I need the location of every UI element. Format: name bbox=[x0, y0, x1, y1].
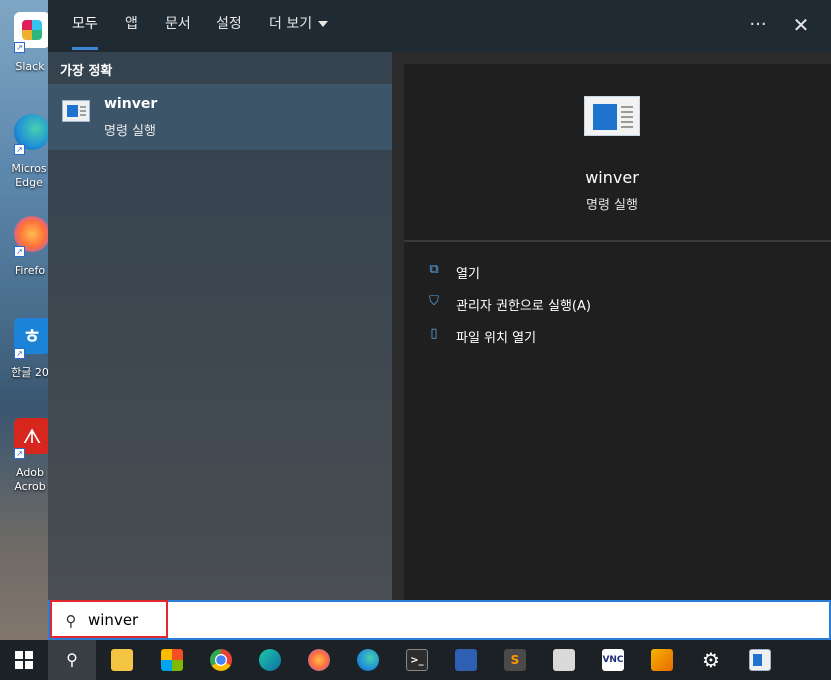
vnc-icon: VNC bbox=[602, 649, 624, 671]
action-run-as-admin[interactable]: ⛉ 관리자 권한으로 실행(A) bbox=[426, 294, 806, 318]
action-open-file-location[interactable]: ▯ 파일 위치 열기 bbox=[426, 326, 806, 350]
chevron-down-icon bbox=[318, 21, 329, 27]
taskbar-store[interactable] bbox=[148, 640, 196, 680]
tab-all[interactable]: 모두 bbox=[60, 0, 110, 52]
network-icon bbox=[455, 649, 477, 671]
taskbar-file-explorer[interactable] bbox=[98, 640, 146, 680]
result-name: winver bbox=[104, 96, 158, 112]
windows-logo-icon bbox=[15, 651, 33, 669]
preview-name: winver bbox=[585, 168, 639, 187]
action-open[interactable]: ⧉ 열기 bbox=[426, 262, 806, 286]
winver-app-icon bbox=[584, 96, 640, 136]
file-location-icon: ▯ bbox=[430, 326, 438, 341]
taskbar-terminal[interactable]: >_ bbox=[393, 640, 441, 680]
shortcut-arrow-icon: ↗ bbox=[14, 448, 25, 459]
taskbar-sublime[interactable]: S bbox=[491, 640, 539, 680]
action-label: 관리자 권한으로 실행(A) bbox=[456, 299, 591, 314]
gear-icon: ⚙ bbox=[702, 648, 720, 672]
action-label: 열기 bbox=[456, 267, 480, 282]
results-pane: 가장 정확 winver 명령 실행 bbox=[48, 52, 392, 600]
tab-label: 설정 bbox=[216, 16, 242, 32]
edge-icon bbox=[357, 649, 379, 671]
cs-app-icon bbox=[651, 649, 673, 671]
search-panel: 모두 앱 문서 설정 더 보기 ··· ✕ 가장 정확 winver 명령 실행… bbox=[48, 0, 831, 640]
preview-type: 명령 실행 bbox=[586, 198, 638, 213]
shortcut-arrow-icon: ↗ bbox=[14, 42, 25, 53]
tab-label: 앱 bbox=[125, 16, 138, 32]
folder-icon bbox=[111, 649, 133, 671]
search-input[interactable] bbox=[88, 606, 688, 634]
winver-app-icon bbox=[62, 100, 90, 122]
close-button[interactable]: ✕ bbox=[786, 10, 816, 40]
start-button[interactable] bbox=[0, 640, 48, 680]
taskbar-settings[interactable]: ⚙ bbox=[687, 640, 735, 680]
search-icon: ⚲ bbox=[66, 650, 78, 669]
taskbar-app-bird[interactable] bbox=[246, 640, 294, 680]
terminal-icon: >_ bbox=[406, 649, 428, 671]
remote-desktop-icon bbox=[553, 649, 575, 671]
tab-label: 문서 bbox=[165, 16, 191, 32]
taskbar: ⚲ >_ S VNC ⚙ bbox=[0, 640, 831, 680]
taskbar-cs-app[interactable] bbox=[638, 640, 686, 680]
shortcut-arrow-icon: ↗ bbox=[14, 144, 25, 155]
store-icon bbox=[161, 649, 183, 671]
tab-label: 모두 bbox=[72, 16, 98, 32]
more-options-button[interactable]: ··· bbox=[746, 10, 770, 40]
taskbar-search-button[interactable]: ⚲ bbox=[48, 640, 96, 680]
preview-pane: winver 명령 실행 ⧉ 열기 ⛉ 관리자 권한으로 실행(A) ▯ 파일 … bbox=[404, 64, 831, 600]
taskbar-edge[interactable] bbox=[344, 640, 392, 680]
divider bbox=[404, 240, 831, 242]
taskbar-winver[interactable] bbox=[736, 640, 784, 680]
open-icon: ⧉ bbox=[429, 262, 439, 277]
chrome-icon bbox=[210, 649, 232, 671]
winver-app-icon bbox=[749, 649, 771, 671]
action-label: 파일 위치 열기 bbox=[456, 331, 537, 346]
firefox-icon bbox=[308, 649, 330, 671]
tab-documents[interactable]: 문서 bbox=[153, 0, 203, 52]
taskbar-remote-app[interactable] bbox=[540, 640, 588, 680]
tab-apps[interactable]: 앱 bbox=[113, 0, 150, 52]
shortcut-arrow-icon: ↗ bbox=[14, 246, 25, 257]
tab-settings[interactable]: 설정 bbox=[204, 0, 254, 52]
taskbar-firefox[interactable] bbox=[295, 640, 343, 680]
tab-label: 더 보기 bbox=[269, 16, 313, 32]
search-box[interactable]: ⚲ bbox=[48, 600, 831, 640]
taskbar-chrome[interactable] bbox=[197, 640, 245, 680]
result-type: 명령 실행 bbox=[104, 124, 156, 139]
taskbar-network-app[interactable] bbox=[442, 640, 490, 680]
bird-app-icon bbox=[259, 649, 281, 671]
sublime-icon: S bbox=[504, 649, 526, 671]
shortcut-arrow-icon: ↗ bbox=[14, 348, 25, 359]
search-icon: ⚲ bbox=[65, 612, 77, 630]
best-match-heading: 가장 정확 bbox=[60, 64, 113, 79]
admin-shield-icon: ⛉ bbox=[429, 294, 439, 309]
taskbar-vnc[interactable]: VNC bbox=[589, 640, 637, 680]
result-item-winver[interactable]: winver 명령 실행 bbox=[48, 84, 392, 150]
search-tabs-bar: 모두 앱 문서 설정 더 보기 ··· ✕ bbox=[48, 0, 831, 52]
tab-more[interactable]: 더 보기 bbox=[257, 0, 340, 52]
